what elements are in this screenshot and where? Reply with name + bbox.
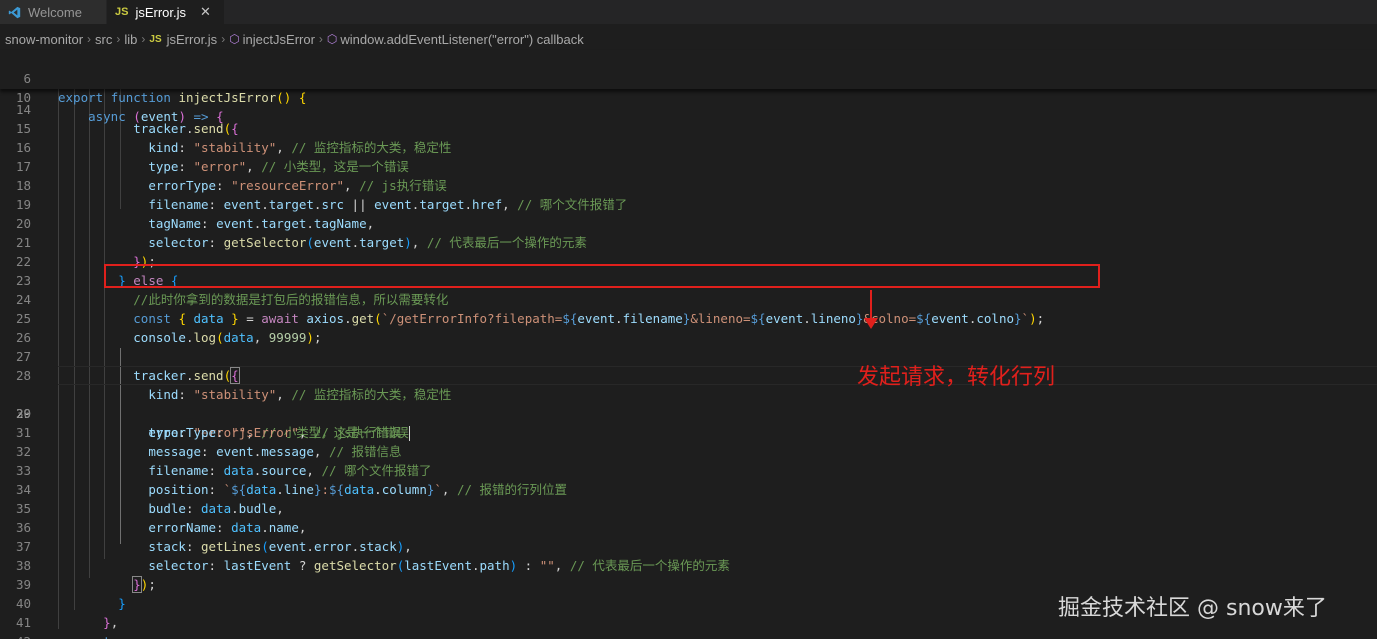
- code-text: export function injectJsError() {: [58, 90, 307, 105]
- line-number: 10: [15, 90, 31, 105]
- code-line[interactable]: 37 selector: lastEvent ? getSelector(las…: [0, 518, 1377, 573]
- sticky-line[interactable]: 10 async (event) => {: [0, 69, 1377, 124]
- code-line[interactable]: 38 });: [0, 537, 1377, 593]
- arrow-down-icon: [870, 290, 872, 320]
- code-line[interactable]: 26: [0, 309, 1377, 345]
- code-line[interactable]: 31 message: event.message, // 报错信息: [0, 404, 1377, 459]
- highlight-box: [104, 264, 1100, 288]
- breadcrumb-item-project[interactable]: snow-monitor: [5, 32, 83, 47]
- tab-bar: Welcome JS jsError.js ✕: [0, 0, 1377, 24]
- chevron-right-icon: ›: [116, 32, 121, 46]
- tab-label: jsError.js: [135, 4, 187, 20]
- code-line[interactable]: 36 stack: getLines(event.error.stack),: [0, 499, 1377, 554]
- vscode-icon: [8, 6, 21, 18]
- code-line[interactable]: 35 errorName: data.name,: [0, 480, 1377, 535]
- sticky-scroll-header: 6 export function injectJsError() { 10 a…: [0, 50, 1377, 124]
- code-line[interactable]: 32 filename: data.source, // 哪个文件报错了: [0, 423, 1377, 478]
- close-icon[interactable]: ✕: [200, 4, 211, 20]
- method-icon: ⬡: [229, 32, 240, 46]
- code-line[interactable]: 30 errorType: "jsError", // js执行错误: [0, 385, 1377, 440]
- chevron-right-icon: ›: [87, 32, 92, 46]
- code-line[interactable]: 17 errorType: "resourceError", // js执行错误: [0, 138, 1377, 193]
- code-line[interactable]: 34 budle: data.budle,: [0, 461, 1377, 516]
- method-icon: ⬡: [326, 32, 338, 46]
- current-line-highlight: [58, 366, 1377, 385]
- breadcrumb-item-src[interactable]: src: [95, 32, 112, 47]
- code-line[interactable]: 19 tagName: event.target.tagName,: [0, 176, 1377, 231]
- annotation-text: 发起请求，转化行列: [857, 365, 1056, 390]
- code-line[interactable]: 28 kind: "stability", // 监控指标的大类，稳定性: [0, 347, 1377, 402]
- tab-jserror[interactable]: JS jsError.js ✕: [107, 0, 225, 24]
- breadcrumb-item-function[interactable]: injectJsError: [243, 32, 315, 47]
- breadcrumb: snow-monitor › src › lib › JS jsError.js…: [0, 28, 1377, 50]
- breadcrumb-item-callback[interactable]: window.addEventListener("error") callbac…: [340, 32, 583, 47]
- breadcrumb-item-file[interactable]: jsError.js: [167, 32, 218, 47]
- code-line[interactable]: 20 selector: getSelector(event.target), …: [0, 195, 1377, 250]
- watermark: 掘金技术社区 @ snow来了: [1058, 596, 1327, 621]
- code-line[interactable]: 25 console.log(data, 99999);: [0, 290, 1377, 345]
- code-line[interactable]: 18 filename: event.target.src || event.t…: [0, 157, 1377, 212]
- code-line[interactable]: 43: [0, 632, 1377, 639]
- code-line[interactable]: 21 });: [0, 214, 1377, 269]
- code-line-current[interactable]: 29 type: "error", // 小类型，这是一个错误: [0, 366, 1377, 441]
- js-file-icon: JS: [149, 33, 162, 45]
- breadcrumb-item-lib[interactable]: lib: [124, 32, 137, 47]
- code-line[interactable]: 39 }: [0, 556, 1377, 611]
- code-line[interactable]: 22 } else {: [0, 233, 1377, 288]
- sticky-line[interactable]: 6 export function injectJsError() {: [0, 50, 1377, 105]
- code-editor[interactable]: 14 tracker.send({ 15 kind: "stability", …: [0, 89, 1377, 639]
- tab-welcome[interactable]: Welcome: [0, 0, 107, 24]
- js-file-icon: JS: [115, 6, 129, 18]
- chevron-right-icon: ›: [141, 32, 146, 46]
- code-line[interactable]: 33 position: `${data.line}:${data.column…: [0, 442, 1377, 497]
- chevron-right-icon: ›: [221, 32, 226, 46]
- code-text: async (event) => {: [88, 109, 224, 124]
- code-line[interactable]: 27 tracker.send({: [0, 328, 1377, 384]
- arrow-head-icon: [864, 318, 878, 329]
- tab-label: Welcome: [28, 4, 82, 20]
- chevron-right-icon: ›: [318, 32, 323, 46]
